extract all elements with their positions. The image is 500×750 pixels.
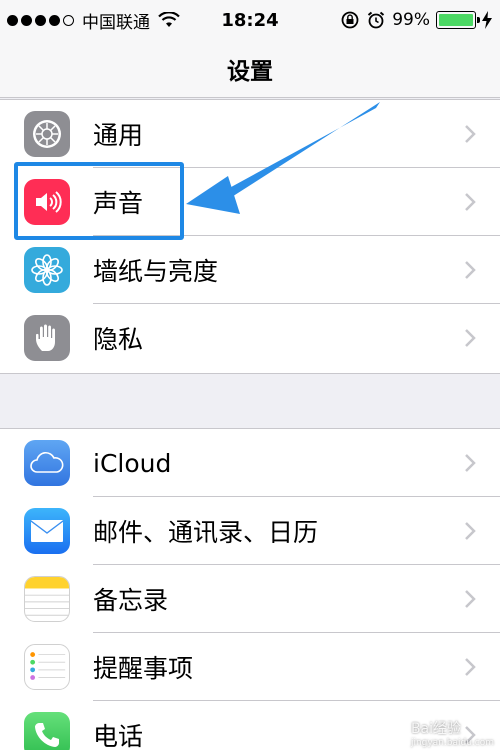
page-title: 设置 xyxy=(227,58,273,85)
settings-row-reminders[interactable]: 提醒事项 xyxy=(0,633,500,701)
chevron-right-icon xyxy=(465,125,476,143)
rotation-lock-icon xyxy=(341,11,359,29)
hand-icon xyxy=(24,315,70,361)
settings-row-label: 电话 xyxy=(93,722,144,750)
chevron-right-icon xyxy=(465,193,476,211)
battery-percent: 99% xyxy=(392,10,430,30)
charging-icon xyxy=(482,11,492,29)
battery-icon xyxy=(436,11,480,29)
settings-row-label: iCloud xyxy=(93,448,172,478)
highlight-box xyxy=(14,162,184,240)
settings-row-general[interactable]: 通用 xyxy=(0,100,500,168)
flower-icon xyxy=(24,247,70,293)
chevron-right-icon xyxy=(465,261,476,279)
chevron-right-icon xyxy=(465,658,476,676)
phone-icon xyxy=(24,712,70,750)
mail-icon xyxy=(24,508,70,554)
notes-icon xyxy=(24,576,70,622)
settings-row-label: 通用 xyxy=(93,121,144,150)
settings-row-privacy[interactable]: 隐私 xyxy=(0,304,500,372)
navigation-bar: 设置 xyxy=(0,40,500,98)
carrier-name: 中国联通 xyxy=(82,12,150,33)
watermark: Bai经验 jingyan.baidu.com xyxy=(410,721,494,748)
status-bar: 中国联通 18:24 99% xyxy=(0,0,500,40)
settings-row-mail-contacts-calendars[interactable]: 邮件、通讯录、日历 xyxy=(0,497,500,565)
settings-row-label: 墙纸与亮度 xyxy=(93,257,219,286)
settings-row-label: 邮件、通讯录、日历 xyxy=(93,518,319,547)
settings-row-wallpaper-brightness[interactable]: 墙纸与亮度 xyxy=(0,236,500,304)
settings-row-notes[interactable]: 备忘录 xyxy=(0,565,500,633)
signal-strength-icon xyxy=(7,14,74,26)
alarm-icon xyxy=(368,11,385,29)
settings-row-icloud[interactable]: iCloud xyxy=(0,429,500,497)
gear-icon xyxy=(24,111,70,157)
settings-row-label: 备忘录 xyxy=(93,586,169,615)
chevron-right-icon xyxy=(465,329,476,347)
reminders-icon xyxy=(24,644,70,690)
settings-row-label: 提醒事项 xyxy=(93,654,194,683)
settings-group-2: iCloud 邮件、通讯录、日历 备忘录 提醒事项 电话 xyxy=(0,428,500,750)
cloud-icon xyxy=(24,440,70,486)
chevron-right-icon xyxy=(465,522,476,540)
wifi-icon xyxy=(158,12,180,27)
chevron-right-icon xyxy=(465,590,476,608)
settings-row-label: 隐私 xyxy=(93,325,144,354)
chevron-right-icon xyxy=(465,454,476,472)
